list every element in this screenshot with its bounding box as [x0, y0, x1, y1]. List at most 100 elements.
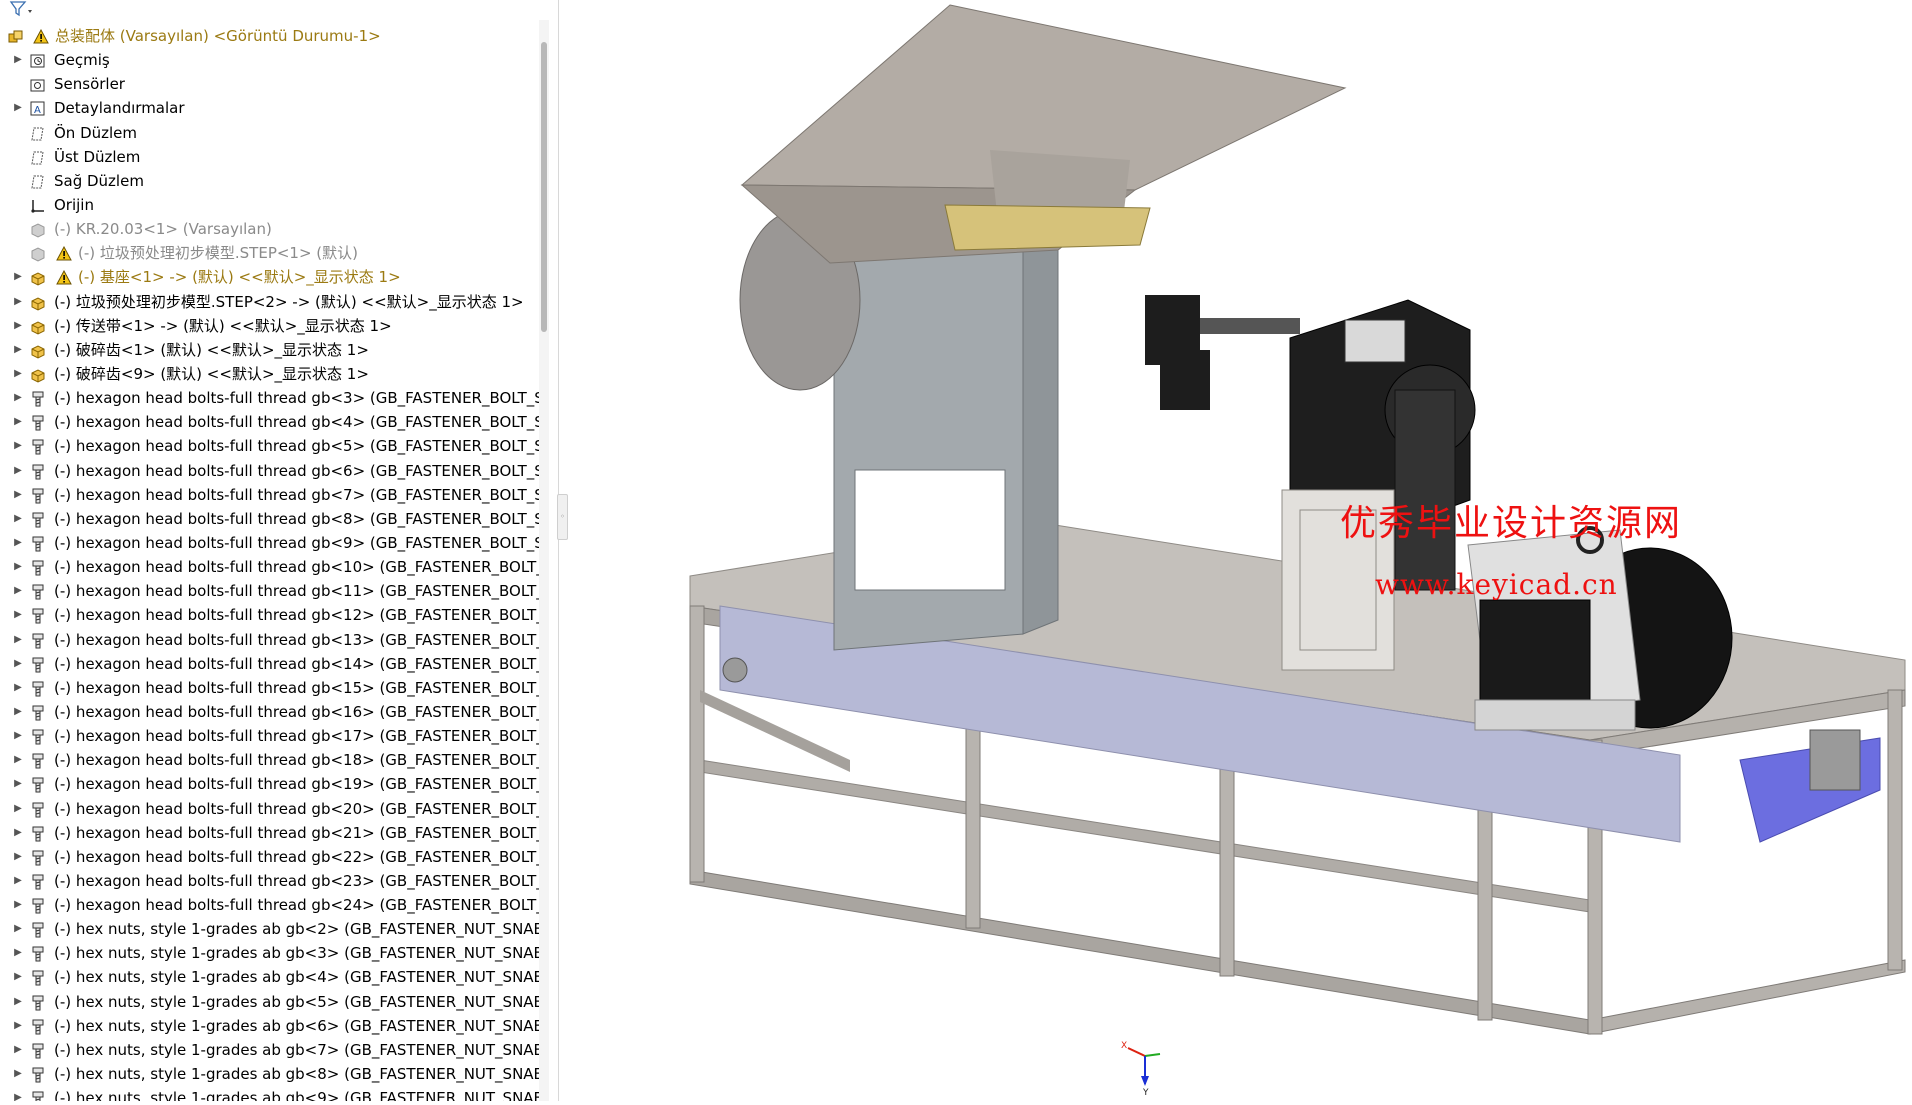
tree-item[interactable]: ▶ (-) hexagon head bolts-full thread gb<1… — [0, 676, 540, 700]
expand-arrow-icon[interactable]: ▶ — [14, 555, 22, 579]
expand-arrow-icon[interactable]: ▶ — [14, 724, 22, 748]
tree-item[interactable]: ▶ (-) hexagon head bolts-full thread gb<6… — [0, 459, 540, 483]
origin-icon — [30, 197, 46, 213]
tree-item[interactable]: ▶ Geçmiş — [0, 48, 540, 72]
tree-item[interactable]: ▶ A Detaylandırmalar — [0, 96, 540, 120]
tree-item[interactable]: ▶ (-) hexagon head bolts-full thread gb<1… — [0, 700, 540, 724]
tree-item[interactable]: ▶ (-) hexagon head bolts-full thread gb<1… — [0, 748, 540, 772]
expand-arrow-icon[interactable]: ▶ — [14, 434, 22, 458]
expand-arrow-icon[interactable]: ▶ — [14, 459, 22, 483]
tree-item[interactable]: ▶ (-) 传送带<1> -> (默认) <<默认>_显示状态 1> — [0, 314, 540, 338]
bolt-icon — [30, 801, 46, 817]
expand-arrow-icon[interactable]: ▶ — [14, 96, 22, 120]
tree-root[interactable]: 总装配体 (Varsayılan) <Görüntü Durumu-1> — [0, 24, 540, 48]
tree-item[interactable]: ▶ (-) hex nuts, style 1-grades ab gb<3> (… — [0, 941, 540, 965]
tree-item[interactable]: ▶ (-) hexagon head bolts-full thread gb<1… — [0, 652, 540, 676]
tree-item[interactable]: Orijin — [0, 193, 540, 217]
expand-arrow-icon[interactable]: ▶ — [14, 265, 22, 289]
expand-arrow-icon[interactable]: ▶ — [14, 386, 22, 410]
graphics-viewport[interactable]: 优秀毕业设计资源网 www.keyicad.cn X Y — [560, 0, 1912, 1101]
tree-item[interactable]: Sağ Düzlem — [0, 169, 540, 193]
expand-arrow-icon[interactable]: ▶ — [14, 965, 22, 989]
expand-arrow-icon[interactable]: ▶ — [14, 941, 22, 965]
tree-item[interactable]: (-) 垃圾预处理初步模型.STEP<1> (默认) — [0, 241, 540, 265]
view-triad[interactable]: X Y — [1120, 1036, 1170, 1098]
tree-item[interactable]: ▶ (-) hexagon head bolts-full thread gb<8… — [0, 507, 540, 531]
bolt-icon — [30, 849, 46, 866]
tree-item[interactable]: ▶ (-) 破碎齿<1> (默认) <<默认>_显示状态 1> — [0, 338, 540, 362]
tree-item[interactable]: Sensörler — [0, 72, 540, 96]
expand-arrow-icon[interactable]: ▶ — [14, 893, 22, 917]
expand-arrow-icon[interactable]: ▶ — [14, 628, 22, 652]
tree-item-label: (-) 破碎齿<1> (默认) <<默认>_显示状态 1> — [54, 340, 369, 359]
warning-icon — [56, 269, 72, 285]
tree-item[interactable]: ▶ (-) hexagon head bolts-full thread gb<5… — [0, 434, 540, 458]
expand-arrow-icon[interactable]: ▶ — [14, 772, 22, 796]
expand-arrow-icon[interactable]: ▶ — [14, 917, 22, 941]
expand-arrow-icon[interactable]: ▶ — [14, 652, 22, 676]
expand-arrow-icon[interactable]: ▶ — [14, 1086, 22, 1101]
expand-arrow-icon[interactable]: ▶ — [14, 579, 22, 603]
tree-item[interactable]: ▶ (-) hex nuts, style 1-grades ab gb<9> (… — [0, 1086, 540, 1101]
expand-arrow-icon[interactable]: ▶ — [14, 1014, 22, 1038]
expand-arrow-icon[interactable]: ▶ — [14, 797, 22, 821]
tree-item[interactable]: ▶ (-) hexagon head bolts-full thread gb<2… — [0, 869, 540, 893]
expand-arrow-icon[interactable]: ▶ — [14, 676, 22, 700]
expand-arrow-icon[interactable]: ▶ — [14, 362, 22, 386]
tree-item[interactable]: ▶ (-) hexagon head bolts-full thread gb<2… — [0, 797, 540, 821]
expand-arrow-icon[interactable]: ▶ — [14, 531, 22, 555]
tree-item[interactable]: ▶ (-) hexagon head bolts-full thread gb<3… — [0, 386, 540, 410]
tree-item[interactable]: ▶ (-) hexagon head bolts-full thread gb<4… — [0, 410, 540, 434]
expand-arrow-icon[interactable]: ▶ — [14, 314, 22, 338]
svg-text:A: A — [34, 105, 41, 116]
expand-arrow-icon[interactable]: ▶ — [14, 821, 22, 845]
bolt-icon — [30, 680, 46, 697]
tree-item[interactable]: ▶ (-) hexagon head bolts-full thread gb<1… — [0, 772, 540, 796]
tree-item[interactable]: ▶ (-) hex nuts, style 1-grades ab gb<2> (… — [0, 917, 540, 941]
expand-arrow-icon[interactable]: ▶ — [14, 507, 22, 531]
expand-arrow-icon[interactable]: ▶ — [14, 990, 22, 1014]
expand-arrow-icon[interactable]: ▶ — [14, 869, 22, 893]
tree-item-label: (-) hex nuts, style 1-grades ab gb<7> (G… — [54, 1040, 540, 1059]
tree-item[interactable]: ▶ (-) hex nuts, style 1-grades ab gb<6> (… — [0, 1014, 540, 1038]
tree-item[interactable]: ▶ (-) hexagon head bolts-full thread gb<2… — [0, 821, 540, 845]
expand-arrow-icon[interactable]: ▶ — [14, 483, 22, 507]
expand-arrow-icon[interactable]: ▶ — [14, 700, 22, 724]
tree-item[interactable]: ▶ (-) hexagon head bolts-full thread gb<1… — [0, 603, 540, 627]
tree-item[interactable]: ▶ (-) hexagon head bolts-full thread gb<9… — [0, 531, 540, 555]
scrollbar-thumb[interactable] — [541, 42, 547, 332]
tree-item[interactable]: Üst Düzlem — [0, 145, 540, 169]
expand-arrow-icon[interactable]: ▶ — [14, 290, 22, 314]
tree-item[interactable]: ▶ (-) hex nuts, style 1-grades ab gb<7> (… — [0, 1038, 540, 1062]
tree-item[interactable]: ▶ (-) hexagon head bolts-full thread gb<2… — [0, 893, 540, 917]
expand-arrow-icon[interactable]: ▶ — [14, 1038, 22, 1062]
tree-item-label: (-) 基座<1> -> (默认) <<默认>_显示状态 1> — [78, 268, 401, 287]
tree-item-label: (-) hexagon head bolts-full thread gb<8>… — [54, 509, 540, 528]
expand-arrow-icon[interactable]: ▶ — [14, 603, 22, 627]
expand-arrow-icon[interactable]: ▶ — [14, 748, 22, 772]
assembly-icon — [8, 28, 24, 44]
tree-item[interactable]: ▶ (-) 破碎齿<9> (默认) <<默认>_显示状态 1> — [0, 362, 540, 386]
watermark-title: 优秀毕业设计资源网 — [1340, 503, 1683, 544]
tree-item[interactable]: (-) KR.20.03<1> (Varsayılan) — [0, 217, 540, 241]
expand-arrow-icon[interactable]: ▶ — [14, 48, 22, 72]
tree-item[interactable]: ▶ (-) hexagon head bolts-full thread gb<1… — [0, 628, 540, 652]
expand-arrow-icon[interactable]: ▶ — [14, 410, 22, 434]
tree-item[interactable]: ▶ (-) hex nuts, style 1-grades ab gb<8> (… — [0, 1062, 540, 1086]
tree-item[interactable]: ▶ (-) 基座<1> -> (默认) <<默认>_显示状态 1> — [0, 265, 540, 289]
tree-item[interactable]: ▶ (-) hexagon head bolts-full thread gb<7… — [0, 483, 540, 507]
expand-arrow-icon[interactable]: ▶ — [14, 1062, 22, 1086]
filter-button[interactable] — [8, 0, 34, 18]
tree-item[interactable]: ▶ (-) hexagon head bolts-full thread gb<2… — [0, 845, 540, 869]
tree-item-label: (-) hexagon head bolts-full thread gb<17… — [54, 727, 540, 746]
tree-item[interactable]: ▶ (-) hexagon head bolts-full thread gb<1… — [0, 579, 540, 603]
bolt-icon — [30, 463, 46, 480]
tree-item[interactable]: ▶ (-) hexagon head bolts-full thread gb<1… — [0, 724, 540, 748]
tree-item[interactable]: ▶ (-) hex nuts, style 1-grades ab gb<4> (… — [0, 965, 540, 989]
tree-item[interactable]: ▶ (-) hex nuts, style 1-grades ab gb<5> (… — [0, 990, 540, 1014]
expand-arrow-icon[interactable]: ▶ — [14, 845, 22, 869]
tree-item[interactable]: Ön Düzlem — [0, 121, 540, 145]
tree-item[interactable]: ▶ (-) 垃圾预处理初步模型.STEP<2> -> (默认) <<默认>_显示状… — [0, 290, 540, 314]
tree-item[interactable]: ▶ (-) hexagon head bolts-full thread gb<1… — [0, 555, 540, 579]
expand-arrow-icon[interactable]: ▶ — [14, 338, 22, 362]
